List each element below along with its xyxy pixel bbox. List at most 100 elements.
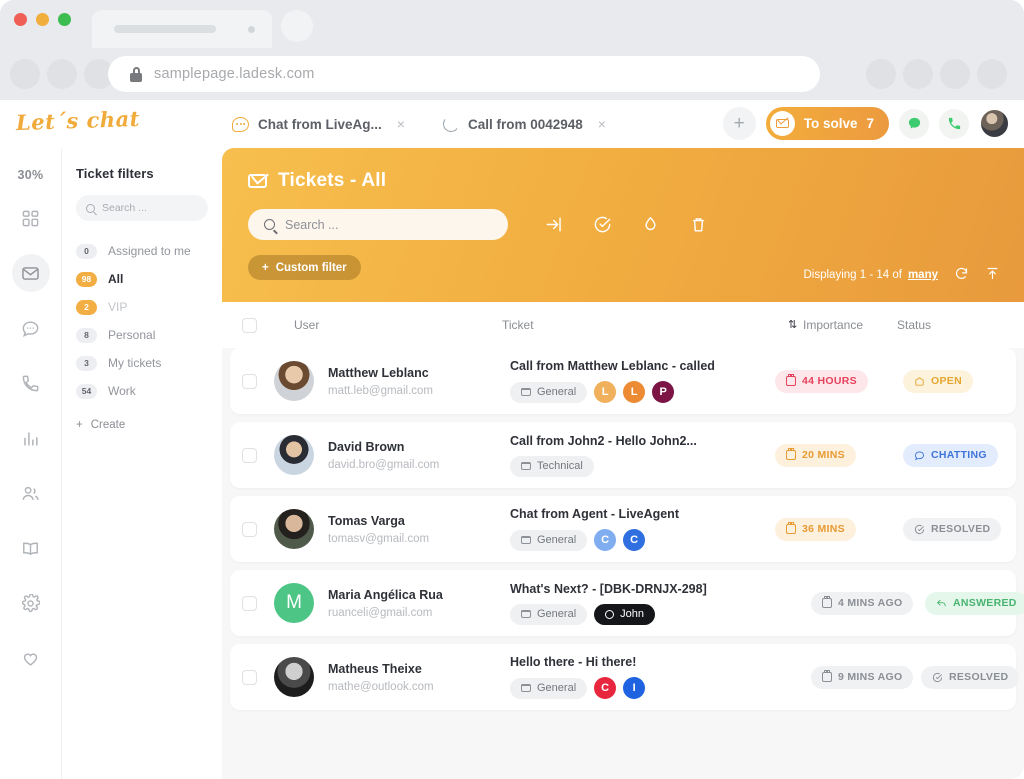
filter-count: 54 (76, 383, 97, 399)
tickets-icon[interactable] (11, 254, 50, 292)
avatar[interactable] (979, 108, 1010, 139)
favorites-icon[interactable] (12, 639, 50, 677)
address-bar-url: samplepage.ladesk.com (154, 66, 315, 82)
ticket-tags: Technical (510, 455, 697, 477)
resolve-icon[interactable] (578, 210, 626, 240)
close-icon[interactable] (248, 26, 255, 33)
assignee-tag[interactable]: John (594, 603, 655, 625)
department-tag[interactable]: Technical (510, 455, 594, 477)
status-badge: RESOLVED (921, 665, 1020, 689)
filter-item-work[interactable]: 54 Work (76, 377, 208, 405)
department-tag[interactable]: General (510, 603, 588, 625)
tab-call-from-0042948[interactable]: Call from 0042948 × (441, 100, 622, 148)
reports-icon[interactable] (12, 419, 50, 457)
back-button[interactable] (10, 59, 40, 89)
settings-icon[interactable] (12, 584, 50, 622)
department-tag[interactable]: General (510, 529, 588, 551)
to-solve-button[interactable]: To solve 7 (765, 107, 889, 140)
window-controls[interactable] (14, 13, 71, 26)
table-body: Matthew Leblanc matt.leb@gmail.com Call … (222, 348, 1024, 710)
filter-item-assigned-to-me[interactable]: 0 Assigned to me (76, 237, 208, 265)
department-tag[interactable]: General (510, 381, 588, 403)
agent-bubble[interactable]: C (623, 529, 646, 551)
profile-button[interactable] (903, 59, 933, 89)
tab-chat-from-liveagent[interactable]: Chat from LiveAg... × (232, 100, 421, 148)
user-email: mathe@outlook.com (328, 680, 434, 693)
sort-icon: ⇅ (788, 318, 798, 331)
agent-bubble[interactable]: C (594, 677, 617, 699)
table-row[interactable]: Tomas Varga tomasv@gmail.com Chat from A… (230, 496, 1016, 562)
filter-search-input[interactable]: Search ... (76, 195, 208, 221)
importance-label: 4 MINS AGO (838, 597, 903, 609)
row-checkbox[interactable] (242, 447, 257, 463)
bookmarks-button[interactable] (940, 59, 970, 89)
chatting-icon (914, 450, 925, 460)
create-filter-button[interactable]: + Create (76, 419, 208, 431)
refresh-icon[interactable] (954, 266, 969, 284)
user-email: ruanceli@gmail.com (328, 606, 433, 619)
sidebar-rail: 30% (0, 148, 62, 779)
address-bar[interactable]: samplepage.ladesk.com (108, 56, 820, 92)
ticket-tags: General L L P (510, 381, 715, 403)
importance-badge: 9 MINS AGO (811, 665, 914, 689)
browser-tab[interactable] (92, 10, 272, 48)
row-checkbox[interactable] (242, 669, 257, 685)
knowledge-base-icon[interactable] (12, 529, 50, 567)
department-label: General (537, 534, 577, 546)
table-row[interactable]: M Maria Angélica Rua ruanceli@gmail.com … (230, 570, 1024, 636)
filter-item-all[interactable]: 98 All (76, 265, 208, 293)
filter-search-placeholder: Search ... (102, 202, 147, 214)
search-input[interactable]: Search ... (248, 209, 508, 240)
row-checkbox[interactable] (242, 521, 257, 537)
delete-icon[interactable] (674, 210, 722, 240)
row-checkbox[interactable] (242, 373, 257, 389)
table-row[interactable]: Matheus Theixe mathe@outlook.com Hello t… (230, 644, 1020, 710)
close-window-button[interactable] (14, 13, 27, 26)
agent-bubble[interactable]: L (594, 381, 617, 403)
filter-item-personal[interactable]: 8 Personal (76, 321, 208, 349)
row-checkbox[interactable] (242, 595, 257, 611)
minimize-window-button[interactable] (36, 13, 49, 26)
select-all-checkbox[interactable] (242, 317, 257, 333)
phone-green-icon[interactable] (939, 108, 969, 139)
status-badge: RESOLVED (903, 517, 1002, 541)
filter-item-my-tickets[interactable]: 3 My tickets (76, 349, 208, 377)
column-header-importance[interactable]: ⇅ Importance (788, 318, 863, 332)
filter-count: 3 (76, 355, 97, 371)
dashboard-icon[interactable] (12, 199, 50, 237)
agent-bubble[interactable]: P (652, 381, 675, 403)
customers-icon[interactable] (12, 474, 50, 512)
new-tab-button[interactable] (281, 10, 313, 42)
custom-filter-button[interactable]: + Custom filter (248, 255, 361, 280)
agent-bubble[interactable]: L (623, 381, 646, 403)
table-row[interactable]: David Brown david.bro@gmail.com Call fro… (230, 422, 1016, 488)
maximize-window-button[interactable] (58, 13, 71, 26)
close-icon[interactable]: × (397, 116, 405, 132)
add-button[interactable]: + (722, 107, 756, 140)
extensions-button[interactable] (866, 59, 896, 89)
chats-icon[interactable] (12, 309, 50, 347)
displaying-many-link[interactable]: many (908, 269, 938, 281)
close-icon[interactable]: × (598, 116, 606, 132)
spam-icon[interactable] (626, 210, 674, 240)
answered-icon (937, 599, 946, 606)
menu-button[interactable] (977, 59, 1007, 89)
chat-green-icon[interactable] (899, 108, 929, 139)
forward-button[interactable] (47, 59, 77, 89)
department-tag[interactable]: General (510, 677, 588, 699)
export-icon[interactable] (985, 266, 1000, 284)
agent-bubble[interactable]: I (623, 677, 646, 699)
browser-tabstrip (0, 0, 1024, 48)
filter-item-vip[interactable]: 2 VIP (76, 293, 208, 321)
user-cell: Tomas Varga tomasv@gmail.com (328, 514, 488, 545)
to-solve-count: 7 (866, 116, 874, 131)
calls-icon[interactable] (12, 364, 50, 402)
transfer-icon[interactable] (530, 210, 578, 240)
panel-search-row: Search ... (248, 209, 1000, 240)
browser-toolbar: samplepage.ladesk.com (0, 48, 1024, 100)
table-row[interactable]: Matthew Leblanc matt.leb@gmail.com Call … (230, 348, 1016, 414)
page-title: Tickets - All (248, 170, 1000, 192)
plus-icon: + (262, 261, 269, 274)
agent-bubble[interactable]: C (594, 529, 617, 551)
status-label: RESOLVED (931, 523, 991, 535)
